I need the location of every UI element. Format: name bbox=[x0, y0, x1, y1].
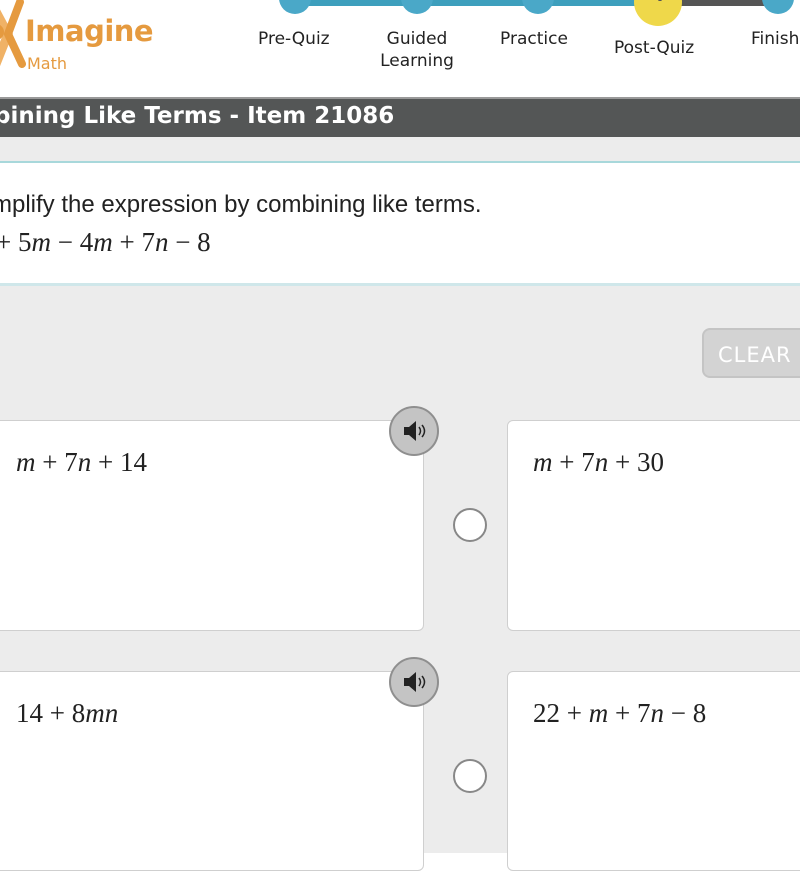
step-label-guided-learning[interactable]: Guided Learning bbox=[372, 28, 462, 72]
step-label-finish[interactable]: Finish bbox=[751, 28, 799, 50]
logo-name: Imagine bbox=[25, 14, 154, 48]
speaker-icon bbox=[404, 672, 426, 692]
header: Imagine Math 4 Pre-Quiz Guided Learning … bbox=[0, 0, 800, 97]
step-finish-badge[interactable] bbox=[762, 0, 794, 14]
item-title: bining Like Terms - Item 21086 bbox=[0, 103, 395, 129]
step-label-post-quiz[interactable]: Post-Quiz bbox=[614, 37, 694, 59]
step-label-practice[interactable]: Practice bbox=[500, 28, 568, 50]
choice-radio-row1[interactable] bbox=[453, 508, 487, 542]
item-title-bar: bining Like Terms - Item 21086 bbox=[0, 97, 800, 137]
progress-track-completed bbox=[293, 0, 670, 6]
step-label-pre-quiz[interactable]: Pre-Quiz bbox=[258, 28, 330, 50]
answer-choice-b[interactable]: m + 7n + 30 bbox=[507, 420, 800, 631]
answer-choice-d[interactable]: 22 + m + 7n − 8 bbox=[507, 671, 800, 871]
answer-choice-c[interactable]: 14 + 8mn bbox=[0, 671, 424, 871]
choice-a-expression: m + 7n + 14 bbox=[16, 447, 147, 477]
step-pre-quiz-check-icon[interactable] bbox=[279, 0, 311, 14]
answer-choice-a[interactable]: m + 7n + 14 bbox=[0, 420, 424, 631]
choice-radio-row2[interactable] bbox=[453, 759, 487, 793]
step-guided-learning-check-icon[interactable] bbox=[401, 0, 433, 14]
speaker-icon bbox=[404, 421, 426, 441]
choice-b-expression: m + 7n + 30 bbox=[533, 447, 664, 477]
choice-c-expression: 14 + 8mn bbox=[16, 698, 119, 728]
step-post-quiz-badge[interactable]: 4 bbox=[634, 0, 682, 26]
step-practice-check-icon[interactable] bbox=[522, 0, 554, 14]
question-panel: mplify the expression by combining like … bbox=[0, 163, 800, 286]
question-instruction: mplify the expression by combining like … bbox=[0, 191, 482, 218]
choice-d-expression: 22 + m + 7n − 8 bbox=[533, 698, 707, 728]
logo-subtitle: Math bbox=[27, 54, 68, 73]
title-subbar bbox=[0, 137, 800, 163]
question-expression: + 5m − 4m + 7n − 8 bbox=[0, 227, 211, 257]
clear-button[interactable]: CLEAR bbox=[702, 328, 800, 378]
audio-button-row1[interactable] bbox=[389, 406, 439, 456]
audio-button-row2[interactable] bbox=[389, 657, 439, 707]
